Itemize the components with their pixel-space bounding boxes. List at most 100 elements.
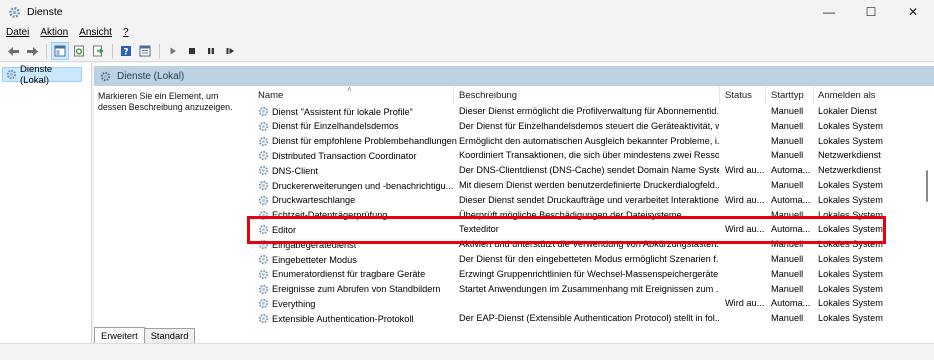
table-row[interactable]: Extensible Authentication-Protokoll Der E… (252, 312, 922, 323)
cell-name: DNS-Client (258, 165, 458, 176)
close-button[interactable]: ✕ (892, 0, 934, 24)
menu-aktion[interactable]: Aktion (40, 27, 68, 38)
details-pane: Dienste (Lokal) Markieren Sie ein Elemen… (94, 63, 934, 343)
scrollbar-thumb[interactable] (926, 170, 928, 202)
restart-service-button[interactable] (221, 42, 239, 60)
cell-name: Dienst für empfohlene Problembehandlunge… (258, 136, 458, 147)
export-list-button[interactable] (89, 42, 107, 60)
col-header-status[interactable]: Status (725, 90, 752, 101)
column-divider[interactable] (453, 86, 454, 104)
refresh-button[interactable] (70, 42, 88, 60)
cell-logon: Lokales System (818, 120, 883, 131)
cell-starttype: Automa... (771, 165, 811, 176)
table-row[interactable]: Everything Wird au... Automa... Lokales Sys… (252, 297, 922, 312)
table-row[interactable]: Druckwarteschlange Dieser Dienst sendet D… (252, 194, 922, 209)
console-tree-icon (54, 45, 66, 57)
column-divider[interactable] (813, 86, 814, 104)
show-tree-button[interactable] (51, 42, 69, 60)
table-row[interactable]: Enumeratordienst für tragbare Geräte Erzw… (252, 268, 922, 283)
title-bar: Dienste — ☐ ✕ (0, 0, 934, 24)
tab-standard[interactable]: Standard (143, 328, 196, 343)
services-gear-icon (100, 71, 111, 81)
service-gear-icon (258, 136, 269, 146)
service-gear-icon (258, 151, 269, 161)
service-gear-icon (258, 121, 269, 131)
service-name: Ereignisse zum Abrufen von Standbildern (272, 284, 441, 295)
toolbar-separator (112, 43, 113, 59)
cell-name: Dienst für Einzelhandelsdemos (258, 121, 458, 132)
cell-description: Der Dienst für Einzelhandelsdemos steuer… (459, 120, 719, 131)
cell-logon: Lokales System (818, 268, 883, 279)
cell-name: Dienst "Assistent für lokale Profile" (258, 106, 458, 117)
menu-datei[interactable]: Datei (6, 27, 29, 38)
minimize-button[interactable]: — (808, 0, 850, 24)
cell-description: Ermöglicht den automatischen Ausgleich b… (459, 135, 719, 146)
tree-item-services-local[interactable]: Dienste (Lokal) (2, 64, 82, 86)
table-row[interactable]: Dienst für Einzelhandelsdemos Der Dienst … (252, 120, 922, 135)
properties-button[interactable] (136, 42, 154, 60)
cell-starttype: Manuell (771, 268, 804, 279)
back-button[interactable] (4, 42, 22, 60)
properties-icon (139, 45, 151, 57)
service-gear-icon (258, 106, 269, 117)
cell-starttype: Manuell (771, 254, 804, 264)
service-name: Extensible Authentication-Protokoll (272, 313, 414, 323)
vertical-scrollbar[interactable] (923, 86, 931, 323)
cell-description: Dieser Dienst sendet Druckaufträge und v… (459, 194, 719, 205)
cell-name: Distributed Transaction Coordinator (258, 150, 458, 161)
column-divider[interactable] (719, 86, 720, 104)
table-row[interactable]: Ereignisse zum Abrufen von Standbildern S… (252, 283, 922, 298)
pause-service-button[interactable] (202, 42, 220, 60)
cell-description: Der Dienst für den eingebetteten Modus e… (459, 254, 719, 264)
cell-starttype: Automa... (771, 194, 811, 205)
description-panel: Markieren Sie ein Element, um dessen Bes… (98, 91, 233, 112)
menu-ansicht[interactable]: Ansicht (79, 27, 112, 38)
table-row[interactable]: Druckererweiterungen und -benachrichtigu… (252, 179, 922, 194)
window-title: Dienste (27, 6, 63, 18)
forward-button[interactable] (23, 42, 41, 60)
table-row[interactable]: DNS-Client Der DNS-Clientdienst (DNS-Cach… (252, 164, 922, 179)
cell-name: Extensible Authentication-Protokoll (258, 313, 458, 323)
col-header-starttype[interactable]: Starttyp (771, 90, 804, 101)
table-row[interactable]: Dienst "Assistent für lokale Profile" Die… (252, 105, 922, 120)
cell-starttype: Manuell (771, 313, 804, 323)
toolbar: ? (0, 41, 934, 62)
column-divider[interactable] (765, 86, 766, 104)
tab-erweitert[interactable]: Erweitert (94, 327, 145, 343)
maximize-button[interactable]: ☐ (850, 0, 892, 24)
help-book-icon: ? (121, 46, 131, 58)
cell-description: Dieser Dienst ermöglicht die Profilverwa… (459, 106, 719, 116)
cell-description: Erzwingt Gruppenrichtlinien für Wechsel-… (459, 268, 719, 279)
help-button[interactable]: ? (117, 42, 135, 60)
col-header-name[interactable]: Name (258, 90, 283, 101)
table-row[interactable]: Eingebetteter Modus Der Dienst für den ei… (252, 253, 922, 268)
arrow-left-icon (7, 46, 19, 56)
arrow-right-icon (26, 46, 38, 56)
cell-description: Koordiniert Transaktionen, die sich über… (459, 150, 719, 161)
cell-name: Everything (258, 298, 458, 309)
cell-description: Der DNS-Clientdienst (DNS-Cache) sendet … (459, 165, 719, 176)
cell-description: Startet Anwendungen im Zusammenhang mit … (459, 283, 719, 294)
stop-service-button[interactable] (183, 42, 201, 60)
table-row[interactable]: Dienst für empfohlene Problembehandlunge… (252, 135, 922, 150)
cell-logon: Lokales System (818, 135, 883, 146)
service-name: Druckwarteschlange (272, 195, 356, 206)
cell-logon: Lokales System (818, 298, 883, 309)
service-gear-icon (258, 299, 269, 309)
details-header-title: Dienste (Lokal) (117, 70, 185, 82)
console-tree: Dienste (Lokal) (0, 63, 92, 343)
svg-text:?: ? (123, 48, 128, 58)
col-header-description[interactable]: Beschreibung (459, 90, 517, 101)
cell-description: Der EAP-Dienst (Extensible Authenticatio… (459, 313, 719, 323)
start-service-button[interactable] (164, 42, 182, 60)
service-name: Enumeratordienst für tragbare Geräte (272, 269, 426, 280)
col-header-logon[interactable]: Anmelden als (818, 90, 876, 101)
table-row[interactable]: Distributed Transaction Coordinator Koord… (252, 149, 922, 164)
service-gear-icon (258, 195, 269, 205)
service-gear-icon (258, 180, 269, 191)
service-name: Dienst für empfohlene Problembehandlunge… (272, 136, 457, 147)
menu-help[interactable]: ? (123, 27, 129, 38)
pause-icon (208, 48, 214, 54)
services-table: ˄ Name Beschreibung Status Starttyp Anme… (252, 86, 922, 323)
service-name: Eingebetteter Modus (272, 254, 357, 265)
